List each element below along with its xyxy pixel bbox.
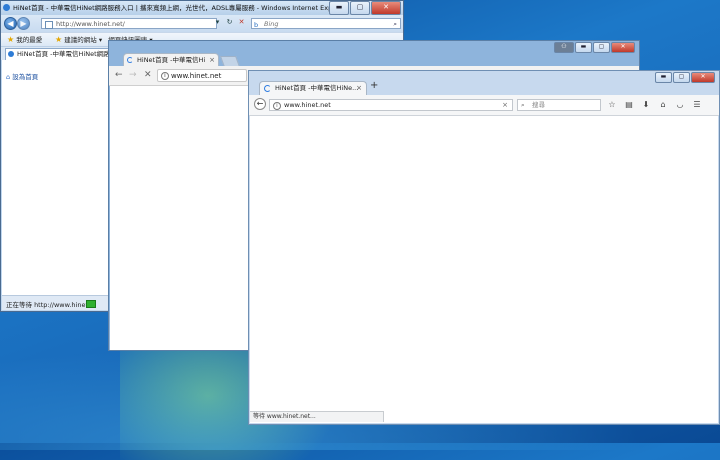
bookmark-star-icon[interactable]: ☆: [607, 99, 617, 110]
ie-home-link[interactable]: ⌂ 設為首頁: [6, 71, 38, 81]
ie-address-row: ◀ ▶ http://www.hinet.net/ ▾ ↻ ✕ b Bing ⌕: [1, 15, 403, 32]
firefox-tab-title: HiNet首頁 -中華電信HiNe...: [275, 84, 359, 92]
tab-favicon-icon: [8, 51, 14, 57]
ie-favicon-icon: [3, 4, 10, 11]
chrome-tab[interactable]: HiNet首頁 -中華電信Hi ×: [123, 53, 219, 66]
home-icon[interactable]: ⌂: [658, 99, 668, 110]
ie-home-link-label: 設為首頁: [12, 73, 39, 81]
firefox-toolbar: ← i www.hinet.net × ⌕ 搜尋 ☆ ▤ ⬇ ⌂ ◡ ☰: [249, 95, 719, 116]
firefox-new-tab-button[interactable]: +: [370, 80, 378, 91]
ie-search-box[interactable]: b Bing ⌕: [251, 18, 401, 29]
ie-status-text: 正在等待 http://www.hinet.: [6, 301, 91, 309]
add-favorite-icon: ★: [55, 35, 63, 44]
ie-tab-title: HiNet首頁 -中華電信HiNet網路服務...: [17, 50, 109, 58]
firefox-search-placeholder: 搜尋: [532, 101, 545, 109]
ie-maximize-button[interactable]: ▢: [350, 1, 370, 15]
firefox-maximize-button[interactable]: ▢: [673, 72, 690, 83]
search-icon[interactable]: ⌕: [393, 19, 397, 29]
info-icon[interactable]: i: [273, 102, 281, 110]
firefox-close-button[interactable]: ✕: [691, 72, 715, 83]
chrome-tab-title: HiNet首頁 -中華電信Hi: [137, 56, 206, 64]
stop-icon[interactable]: ✕: [144, 68, 152, 82]
ie-window-title: HiNet首頁 - 中華電信HiNet網路服務入口 | 攜來寬頻上網，光世代，A…: [13, 4, 348, 12]
firefox-status-text: 等待 www.hinet.net...: [250, 411, 384, 422]
chrome-tab-close-icon[interactable]: ×: [209, 54, 215, 66]
download-icon[interactable]: ⬇: [641, 99, 651, 110]
bing-icon: b: [254, 21, 259, 29]
refresh-icon[interactable]: ↻: [225, 18, 234, 26]
ie-minimize-button[interactable]: ▬: [329, 1, 349, 15]
loading-spinner-icon: [264, 85, 271, 92]
chrome-omnibox-text: www.hinet.net: [171, 72, 222, 80]
chrome-tab-strip: HiNet首頁 -中華電信Hi ×: [109, 51, 639, 67]
pocket-icon[interactable]: ◡: [675, 99, 685, 110]
loading-spinner-icon: [127, 57, 133, 63]
firefox-tab[interactable]: HiNet首頁 -中華電信HiNe... ×: [259, 81, 367, 95]
menu-icon[interactable]: ☰: [692, 99, 702, 110]
ie-nav-buttons: ◀ ▶: [4, 17, 30, 30]
firefox-toolbar-icons: ☆ ▤ ⬇ ⌂ ◡ ☰: [607, 99, 702, 110]
ie-address-text: http://www.hinet.net/: [56, 20, 125, 28]
firefox-window[interactable]: ▬ ▢ ✕ HiNet首頁 -中華電信HiNe... × + ← i www.h…: [248, 70, 720, 425]
firefox-url-text: www.hinet.net: [284, 101, 331, 109]
firefox-window-controls: ▬ ▢ ✕: [655, 72, 715, 83]
ie-address-bar[interactable]: http://www.hinet.net/: [41, 18, 217, 29]
ie-progress-indicator: [86, 300, 96, 308]
ie-window-controls: ▬ ▢ ✕: [329, 1, 401, 15]
ie-close-button[interactable]: ✕: [371, 1, 401, 15]
back-arrow-icon[interactable]: ←: [254, 98, 266, 110]
ie-back-button[interactable]: ◀: [4, 17, 17, 30]
ie-forward-button[interactable]: ▶: [17, 17, 30, 30]
info-icon[interactable]: i: [161, 72, 169, 80]
firefox-tab-close-icon[interactable]: ×: [356, 82, 362, 95]
back-arrow-icon[interactable]: ←: [115, 68, 123, 82]
firefox-search-box[interactable]: ⌕ 搜尋: [517, 99, 601, 111]
ie-search-engine: Bing: [264, 20, 279, 28]
forward-arrow-icon[interactable]: →: [129, 68, 137, 82]
ie-address-buttons: ▾ ↻ ✕: [213, 18, 246, 26]
ie-title-bar[interactable]: HiNet首頁 - 中華電信HiNet網路服務入口 | 攜來寬頻上網，光世代，A…: [1, 1, 403, 15]
chrome-omnibox[interactable]: i www.hinet.net: [157, 69, 247, 82]
stop-icon[interactable]: ✕: [237, 18, 246, 26]
clear-icon[interactable]: ×: [502, 100, 508, 111]
clipboard-icon[interactable]: ▤: [624, 99, 634, 110]
firefox-url-bar[interactable]: i www.hinet.net ×: [269, 99, 513, 111]
search-icon: ⌕: [521, 101, 525, 109]
favorites-star-icon: ★: [7, 35, 15, 44]
ie-tab[interactable]: HiNet首頁 -中華電信HiNet網路服務...: [5, 48, 109, 60]
page-icon: [45, 21, 53, 29]
firefox-minimize-button[interactable]: ▬: [655, 72, 672, 83]
ie-favorites-button[interactable]: ★ 我的最愛: [7, 35, 42, 45]
home-icon: ⌂: [6, 73, 11, 81]
dropdown-arrow-icon[interactable]: ▾: [213, 18, 222, 26]
firefox-page-content: [250, 116, 718, 423]
